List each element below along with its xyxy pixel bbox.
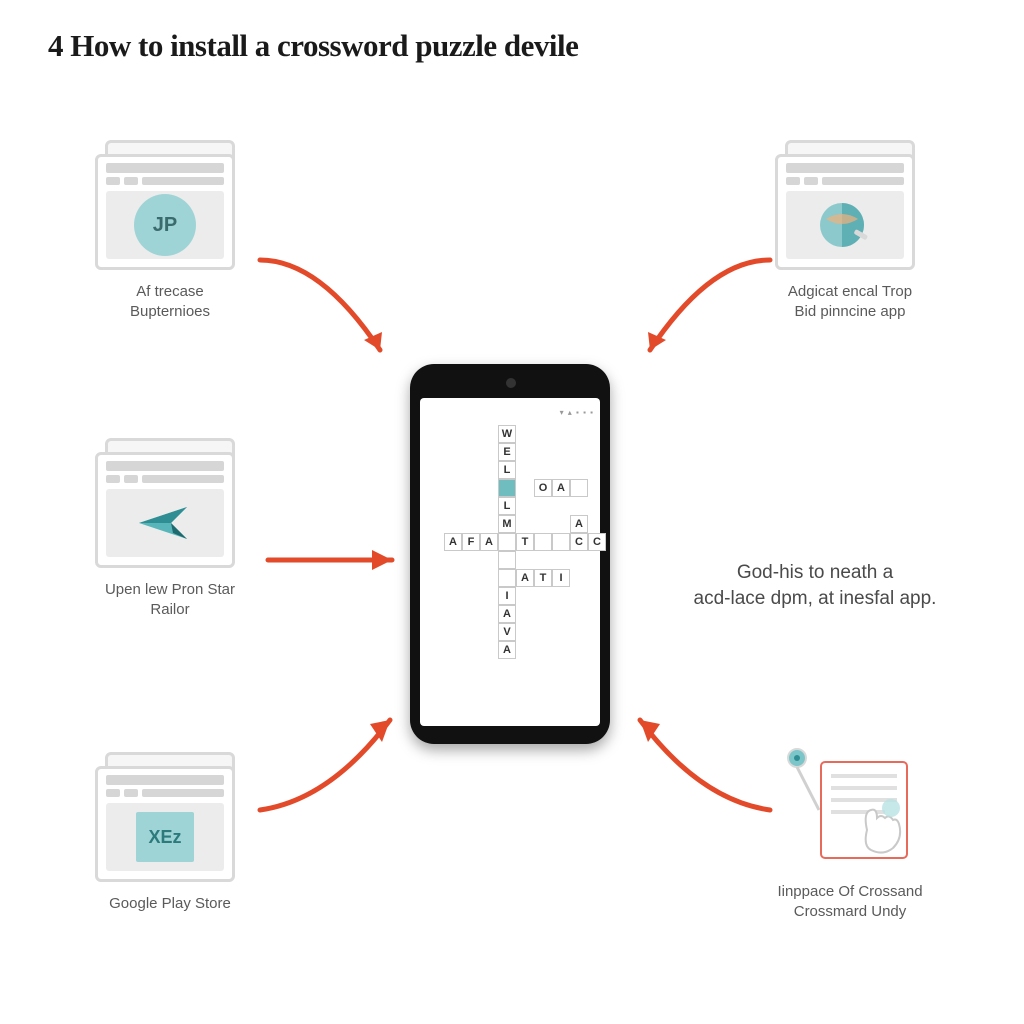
phone-screen: ▾ ▴ ▪ ▪ ▪ WELLMTIAVAOAAFATACACATI [420, 398, 600, 726]
title-number: 4 [48, 28, 63, 63]
crossword-cell: O [534, 479, 552, 497]
xez-badge: XEz [136, 812, 194, 862]
crossword-cell: L [498, 497, 516, 515]
crossword-cell: W [498, 425, 516, 443]
crossword-cell: A [498, 641, 516, 659]
crossword-cell: L [498, 461, 516, 479]
source-card-paperplane: Upen lew Pron Star Railor [90, 438, 250, 619]
card-caption: Iinppace Of Crossand Crossmard Undy [760, 882, 940, 921]
crossword-cell: E [498, 443, 516, 461]
arrow-bot-right [610, 700, 780, 830]
source-card-compass: Adgicat encal Trop Bid pinncine app [770, 140, 930, 321]
jp-badge: JP [134, 194, 196, 256]
document-tap-icon [775, 748, 925, 868]
crossword-cell: C [570, 533, 588, 551]
crossword-cell: T [516, 533, 534, 551]
paperplane-icon [137, 501, 193, 545]
card-caption: Adgicat encal Trop Bid pinncine app [770, 282, 930, 321]
crossword-cell [498, 569, 516, 587]
crossword-cell: I [552, 569, 570, 587]
browser-window-icon [95, 438, 245, 568]
crossword-cell: I [498, 587, 516, 605]
phone-mockup: ▾ ▴ ▪ ▪ ▪ WELLMTIAVAOAAFATACACATI [410, 364, 610, 744]
arrow-top-right [610, 240, 780, 390]
crossword-cell [534, 533, 552, 551]
browser-window-icon: XEz [95, 752, 245, 882]
crossword-cell: V [498, 623, 516, 641]
title-text: How to install a crossword puzzle devile [70, 28, 578, 63]
crossword-cell: A [516, 569, 534, 587]
arrow-bot-left [250, 700, 420, 830]
crossword-cell: T [534, 569, 552, 587]
crossword-cell: A [552, 479, 570, 497]
crossword-cell [498, 479, 516, 497]
source-card-xez: XEz Google Play Store [90, 752, 250, 914]
crossword-cell: F [462, 533, 480, 551]
browser-window-icon [775, 140, 925, 270]
crossword-cell: A [570, 515, 588, 533]
crossword-cell [498, 551, 516, 569]
source-card-jp: JP Af trecase Bupternioes [90, 140, 250, 321]
source-card-tap: Iinppace Of Crossand Crossmard Undy [760, 748, 940, 921]
card-caption: Af trecase Bupternioes [90, 282, 250, 321]
phone-statusbar: ▾ ▴ ▪ ▪ ▪ [426, 408, 594, 417]
crossword-cell [570, 479, 588, 497]
card-caption: Upen lew Pron Star Railor [90, 580, 250, 619]
crossword-cell: A [444, 533, 462, 551]
crossword-cell: A [498, 605, 516, 623]
card-caption: Google Play Store [90, 894, 250, 914]
crossword-grid: WELLMTIAVAOAAFATACACATI [426, 425, 594, 705]
page-title: 4 How to install a crossword puzzle devi… [48, 28, 578, 64]
arrow-top-left [250, 240, 420, 390]
description-text: God-his to neath a acd-lace dpm, at ines… [665, 560, 965, 611]
crossword-cell: C [588, 533, 606, 551]
crossword-cell [552, 533, 570, 551]
arrow-mid-left [260, 530, 410, 590]
globe-icon [816, 199, 874, 251]
crossword-cell: A [480, 533, 498, 551]
crossword-cell: M [498, 515, 516, 533]
crossword-cell [498, 533, 516, 551]
browser-window-icon: JP [95, 140, 245, 270]
